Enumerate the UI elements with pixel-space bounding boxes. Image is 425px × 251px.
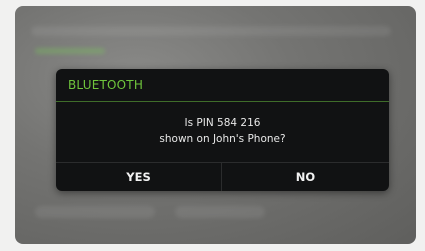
yes-button[interactable]: YES	[56, 163, 221, 191]
dialog-message: Is PIN 584 216 shown on John's Phone?	[56, 115, 389, 147]
dialog-title: BLUETOOTH	[68, 78, 144, 92]
background-blurred-element	[35, 206, 155, 218]
device-frame: BLUETOOTH Is PIN 584 216 shown on John's…	[0, 0, 425, 251]
title-divider	[56, 101, 389, 102]
no-button[interactable]: NO	[222, 163, 389, 191]
message-line-2: shown on John's Phone?	[159, 133, 286, 145]
bluetooth-pin-dialog: BLUETOOTH Is PIN 584 216 shown on John's…	[56, 69, 389, 191]
background-blurred-accent	[35, 48, 105, 54]
dialog-button-row: YES NO	[56, 162, 389, 191]
message-line-1: Is PIN 584 216	[184, 117, 261, 129]
background-blurred-element	[175, 206, 265, 218]
screen-background: BLUETOOTH Is PIN 584 216 shown on John's…	[15, 6, 416, 244]
background-blurred-element	[31, 26, 391, 36]
